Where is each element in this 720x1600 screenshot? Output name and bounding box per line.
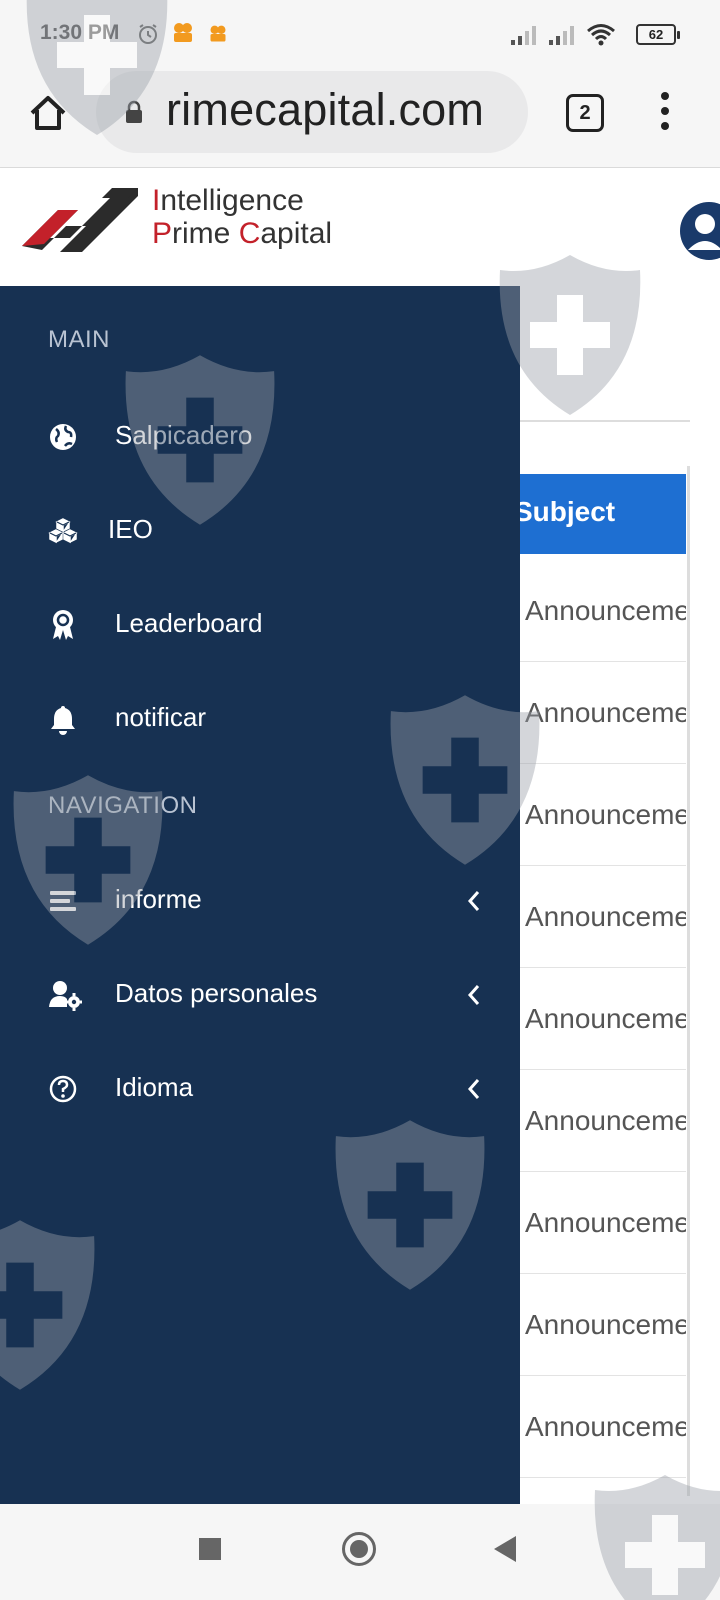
recent-apps-button[interactable] [199, 1538, 221, 1560]
home-button[interactable] [342, 1532, 376, 1566]
table-row[interactable]: Announcements [500, 1376, 686, 1478]
battery-icon: 62 [636, 24, 680, 45]
table-row[interactable]: Announcements [500, 866, 686, 968]
section-label-main: MAIN [48, 326, 110, 353]
announcements-table: Subject Announcements Announcements Anno… [500, 466, 690, 1496]
table-row[interactable]: Announcements [500, 560, 686, 662]
list-icon [50, 891, 76, 911]
section-label-navigation: NAVIGATION [48, 792, 198, 819]
table-row[interactable]: Announcements [500, 1070, 686, 1172]
sidebar-item-label: IEO [108, 514, 153, 544]
signal-icon [511, 26, 536, 45]
sidebar-item-label: Salpicadero [115, 420, 253, 450]
table-row[interactable]: Announcements [500, 1172, 686, 1274]
status-time: 1:30 PM [40, 21, 120, 44]
sidebar-item-label: Datos personales [115, 978, 318, 1008]
sidebar-item-salpicadero[interactable]: Salpicadero [0, 398, 520, 478]
award-icon [53, 610, 73, 640]
app-notification-icon [210, 25, 226, 42]
globe-icon [50, 424, 76, 450]
app-notification-icon [174, 23, 192, 42]
user-cog-icon [49, 981, 82, 1011]
chevron-left-icon[interactable] [466, 1076, 482, 1102]
table-row[interactable]: Announcements [500, 764, 686, 866]
sidebar-item-notificar[interactable]: notificar [0, 680, 520, 760]
url-text: rimecapital.com [166, 84, 485, 135]
alarm-icon [139, 24, 157, 44]
sidebar-drawer: MAIN Salpicadero IEO Leaderboard notific… [0, 286, 520, 1504]
back-button[interactable] [494, 1536, 516, 1562]
table-row[interactable]: Announcements [500, 968, 686, 1070]
signal-icon [549, 26, 574, 45]
table-header-subject: Subject [500, 474, 686, 554]
chevron-left-icon[interactable] [466, 982, 482, 1008]
sidebar-item-label: informe [115, 884, 202, 914]
table-row[interactable]: Announcements [500, 1274, 686, 1376]
sidebar-item-label: Idioma [115, 1072, 194, 1102]
wifi-icon [587, 24, 615, 46]
chevron-left-icon[interactable] [466, 888, 482, 914]
sidebar-item-datos-personales[interactable]: Datos personales [0, 956, 520, 1036]
bell-icon [51, 706, 75, 735]
sidebar-item-ieo[interactable]: IEO [0, 492, 520, 572]
avatar[interactable] [680, 202, 720, 260]
logo-icon [22, 188, 138, 252]
sidebar-item-label: notificar [115, 702, 207, 732]
question-circle-icon [49, 1075, 77, 1103]
tab-switcher-button[interactable]: 2 [566, 94, 604, 132]
browser-toolbar: rimecapital.com 2 [0, 68, 720, 168]
sidebar-item-informe[interactable]: informe [0, 862, 520, 942]
title-divider [500, 420, 690, 422]
cubes-icon [48, 518, 78, 544]
status-bar: 1:30 PM 62 [0, 0, 720, 68]
user-icon [688, 214, 720, 250]
browser-menu-icon[interactable] [650, 92, 680, 134]
table-row[interactable]: Announcements [500, 662, 686, 764]
address-bar[interactable]: rimecapital.com [96, 71, 528, 153]
site-header: Intelligence Prime Capital [0, 168, 720, 286]
lock-icon [126, 100, 142, 123]
system-navigation-bar [0, 1504, 720, 1600]
sidebar-item-leaderboard[interactable]: Leaderboard [0, 586, 520, 666]
sidebar-item-idioma[interactable]: Idioma [0, 1050, 520, 1130]
logo-text: Intelligence Prime Capital [152, 184, 333, 250]
sidebar-item-label: Leaderboard [115, 608, 263, 638]
home-icon[interactable] [26, 91, 70, 135]
